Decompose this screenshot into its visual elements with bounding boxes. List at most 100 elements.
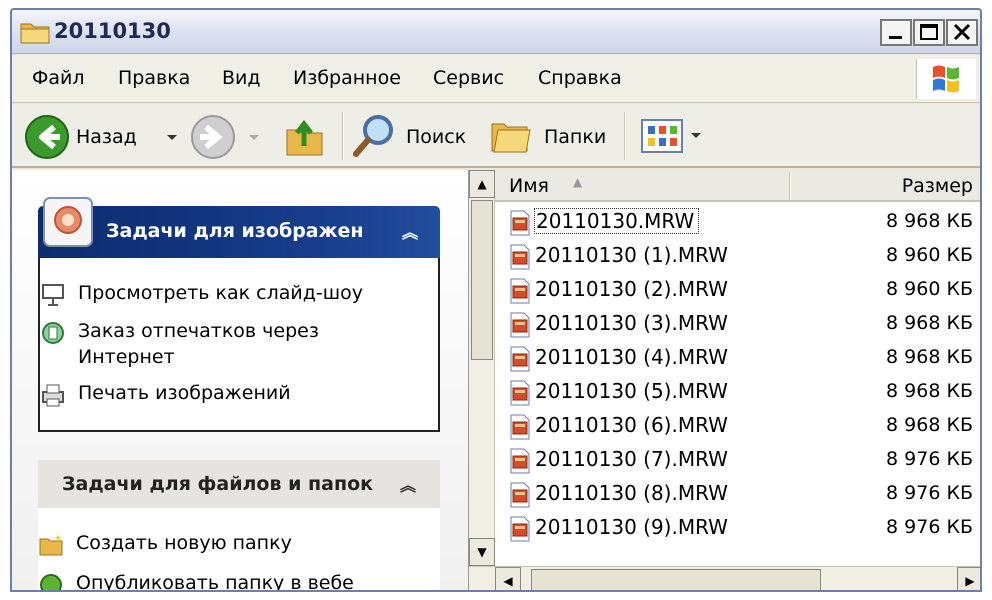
image-file-icon: [510, 278, 530, 304]
file-row[interactable]: 20110130 (4).MRW 8 968 КБ: [495, 342, 980, 376]
vertical-scrollbar[interactable]: ▲ ▼: [469, 170, 495, 566]
image-file-icon: [510, 482, 530, 508]
file-row[interactable]: 20110130 (9).MRW 8 976 КБ: [495, 512, 980, 546]
views-button[interactable]: [636, 112, 708, 160]
file-row[interactable]: 20110130 (5).MRW 8 968 КБ: [495, 376, 980, 410]
file-name: 20110130 (7).MRW: [535, 447, 728, 471]
image-file-icon: [510, 210, 530, 236]
slideshow-task[interactable]: Просмотреть как слайд-шоу: [42, 280, 363, 306]
collapse-icon[interactable]: ︽: [400, 472, 416, 496]
menu-edit[interactable]: Правка: [118, 67, 190, 89]
file-size: 8 976 КБ: [886, 516, 973, 538]
scrollbar-thumb[interactable]: [471, 200, 493, 360]
file-size: 8 968 КБ: [886, 414, 973, 436]
maximize-icon: [920, 24, 938, 40]
task-label: Заказ отпечатков через Интернет: [78, 320, 319, 368]
folders-label: Папки: [544, 126, 607, 148]
search-icon: [353, 115, 393, 157]
printer-icon: [42, 384, 64, 407]
publish-folder-task[interactable]: Опубликовать папку в вебе: [40, 570, 354, 592]
sort-ascending-icon: ▲: [573, 175, 583, 189]
chevron-down-icon: [249, 135, 259, 140]
scroll-right-button[interactable]: ▶: [957, 567, 980, 590]
file-row[interactable]: 20110130 (1).MRW 8 960 КБ: [495, 240, 980, 274]
new-folder-task[interactable]: Создать новую папку: [39, 530, 292, 556]
file-name: 20110130 (1).MRW: [535, 243, 728, 267]
view-thumbnails-icon: [641, 119, 683, 153]
folder-icon: [20, 23, 50, 44]
order-prints-task[interactable]: Заказ отпечатков через Интернет: [42, 318, 408, 370]
scrollbar-thumb[interactable]: [531, 569, 821, 590]
image-file-icon: [510, 380, 530, 406]
image-file-icon: [510, 448, 530, 474]
back-label: Назад: [76, 126, 137, 148]
menu-favorites[interactable]: Избранное: [293, 67, 401, 89]
file-row[interactable]: 20110130.MRW 8 968 КБ: [495, 206, 980, 240]
image-tasks-title: Задачи для изображен: [106, 220, 364, 242]
file-name: 20110130 (8).MRW: [535, 481, 728, 505]
file-name: 20110130 (4).MRW: [535, 345, 728, 369]
file-row[interactable]: 20110130 (2).MRW 8 960 КБ: [495, 274, 980, 308]
image-file-icon: [510, 516, 530, 542]
file-name: 20110130 (6).MRW: [535, 413, 728, 437]
maximize-button[interactable]: [913, 19, 945, 46]
column-header: Имя ▲ Размер: [495, 170, 980, 202]
menu-tools[interactable]: Сервис: [433, 67, 504, 89]
image-tasks-body: Просмотреть как слайд-шоу Заказ отпечатк…: [38, 258, 440, 432]
folders-button[interactable]: Папки: [486, 110, 612, 162]
order-prints-icon: [42, 322, 64, 344]
task-label: Опубликовать папку в вебе: [76, 572, 354, 592]
scroll-down-button[interactable]: ▼: [469, 538, 495, 566]
file-name: 20110130 (9).MRW: [535, 515, 728, 539]
menu-help[interactable]: Справка: [538, 67, 622, 89]
forward-button[interactable]: [186, 110, 272, 162]
file-name: 20110130 (3).MRW: [535, 311, 728, 335]
file-list: ▲ ▼ Имя ▲ Размер 20110130.MRW 8 968 КБ 201…: [468, 170, 980, 590]
explorer-window: 20110130 Файл Правка Вид Избранное Серви…: [10, 8, 982, 592]
file-tasks-body: Создать новую папку Опубликовать папку в…: [38, 508, 440, 592]
file-size: 8 968 КБ: [886, 380, 973, 402]
image-file-icon: [510, 414, 530, 440]
search-button[interactable]: Поиск: [348, 110, 472, 162]
print-images-task[interactable]: Печать изображений: [42, 380, 291, 407]
publish-web-icon: [40, 574, 62, 590]
image-file-icon: [510, 346, 530, 372]
file-size: 8 960 КБ: [886, 244, 973, 266]
search-label: Поиск: [406, 126, 467, 148]
minimize-button[interactable]: [880, 19, 912, 46]
folder-up-icon[interactable]: [284, 116, 326, 158]
image-tasks-header[interactable]: Задачи для изображен ︽: [38, 197, 440, 258]
menu-bar: Файл Правка Вид Избранное Сервис Справка: [12, 55, 980, 103]
file-row[interactable]: 20110130 (8).MRW 8 976 КБ: [495, 478, 980, 512]
collapse-icon[interactable]: ︽: [402, 219, 418, 243]
scroll-up-button[interactable]: ▲: [469, 170, 495, 198]
column-size[interactable]: Размер: [902, 175, 973, 197]
windows-logo: [916, 59, 976, 99]
close-button[interactable]: [946, 19, 978, 46]
file-row[interactable]: 20110130 (3).MRW 8 968 КБ: [495, 308, 980, 342]
file-row[interactable]: 20110130 (7).MRW 8 976 КБ: [495, 444, 980, 478]
menu-file[interactable]: Файл: [32, 67, 85, 89]
slideshow-icon: [42, 284, 64, 306]
window-title: 20110130: [54, 19, 171, 43]
title-bar[interactable]: 20110130: [12, 10, 980, 54]
column-name[interactable]: Имя: [509, 175, 549, 197]
chevron-down-icon: [691, 133, 701, 138]
menu-view[interactable]: Вид: [222, 67, 261, 89]
horizontal-scrollbar[interactable]: ◀ ▶: [469, 566, 980, 590]
file-row[interactable]: 20110130 (6).MRW 8 968 КБ: [495, 410, 980, 444]
file-tasks-header[interactable]: Задачи для файлов и папок ︽: [38, 460, 440, 508]
toolbar: Назад Поиск Папки: [12, 104, 980, 168]
file-name: 20110130 (5).MRW: [535, 379, 728, 403]
back-button[interactable]: Назад: [20, 110, 178, 162]
toolbar-separator: [624, 112, 626, 160]
file-name: 20110130.MRW: [533, 208, 700, 234]
scroll-left-button[interactable]: ◀: [495, 567, 521, 590]
toolbar-separator: [342, 112, 344, 160]
column-separator[interactable]: [789, 172, 791, 200]
file-size: 8 968 КБ: [886, 346, 973, 368]
back-arrow-icon: [25, 115, 69, 159]
task-label: Создать новую папку: [76, 532, 292, 554]
file-tasks-panel: Задачи для файлов и папок ︽ Создать нову…: [38, 460, 440, 592]
image-file-icon: [510, 312, 530, 338]
